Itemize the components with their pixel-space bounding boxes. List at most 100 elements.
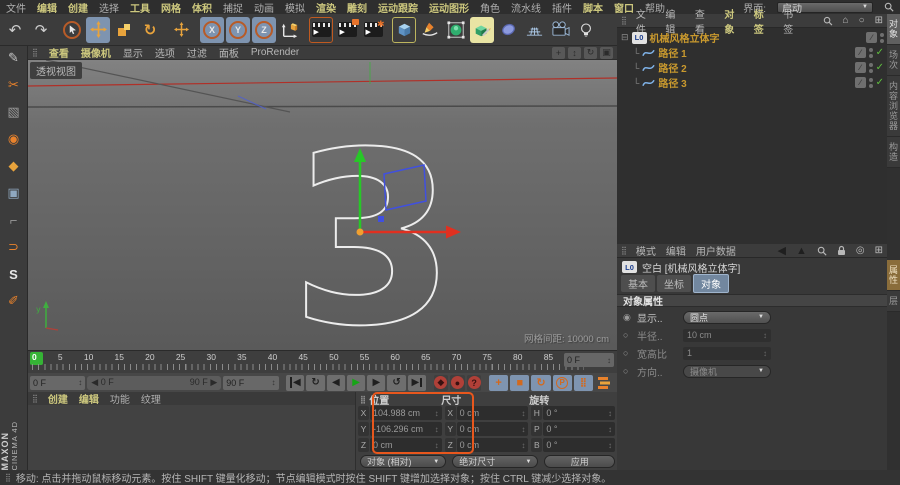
layer-manager-button[interactable] [595, 375, 615, 391]
radio-icon[interactable]: ○ [623, 366, 633, 376]
cube-stack-icon[interactable]: ▣ [3, 183, 25, 203]
size-z-field[interactable]: 0 cm ↕ [456, 438, 529, 452]
history-up-icon[interactable]: ▲ [796, 245, 807, 257]
search-icon[interactable] [884, 2, 894, 12]
om-menu-objects[interactable]: 对象 [724, 6, 743, 36]
rotation-h-field[interactable]: 0 ° ↕ [543, 406, 616, 420]
mat-menu-edit[interactable]: 编辑 [79, 391, 99, 406]
play-mode-button[interactable]: ↺ [387, 374, 406, 391]
floor-button[interactable] [522, 17, 546, 43]
object-name[interactable]: 路径 2 [658, 60, 686, 75]
display-dropdown[interactable]: 圆点 ▼ [683, 310, 771, 324]
history-back-icon[interactable]: ◀ [778, 244, 786, 257]
lock-icon[interactable] [837, 245, 846, 256]
deformer-button[interactable] [496, 17, 520, 43]
search-icon[interactable] [817, 246, 827, 256]
vp-menu-cameras[interactable]: 摄像机 [81, 45, 111, 60]
stepper-icon[interactable]: ↕ [272, 378, 276, 387]
autokeying-button[interactable]: ● [450, 374, 465, 391]
stepper-icon[interactable]: ↕ [78, 378, 82, 387]
menu-sculpt[interactable]: 雕刻 [347, 0, 367, 15]
record-keyframe-button[interactable]: ◆ [433, 374, 449, 391]
new-panel-icon[interactable]: ⊞ [875, 245, 883, 256]
orientation-dropdown[interactable]: 摄像机 ▼ [683, 364, 771, 378]
tab-content-browser[interactable]: 内容浏览器 [887, 76, 900, 137]
panel-handle-icon[interactable]: ⣿ [360, 395, 366, 404]
menu-plugins[interactable]: 插件 [552, 0, 572, 15]
stepper-icon[interactable]: ↕ [608, 441, 612, 450]
stepper-icon[interactable]: ↕ [607, 356, 611, 365]
menu-motion-tracker[interactable]: 运动跟踪 [378, 0, 418, 15]
key-scale-toggle[interactable]: ■ [510, 374, 530, 391]
move-axis-button[interactable] [169, 17, 193, 43]
menu-mograph[interactable]: 运动图形 [429, 0, 469, 15]
vp-menu-options[interactable]: 选项 [155, 45, 175, 60]
panel-handle-icon[interactable]: ⣿ [32, 48, 38, 57]
tab-coord[interactable]: 坐标 [657, 275, 691, 292]
knife-tool-icon[interactable]: ✂ [3, 75, 25, 95]
material-diamond-icon[interactable]: ◆ [3, 156, 25, 176]
enabled-check-icon[interactable]: ✓ [876, 77, 884, 88]
radius-field[interactable]: 10 cm ↕ [683, 328, 771, 342]
object-row-path3[interactable]: └ 路径 3 ∕ ✓ [617, 75, 887, 90]
menu-snap[interactable]: 捕捉 [223, 0, 243, 15]
aspect-field[interactable]: 1 ↕ [683, 346, 771, 360]
object-properties-section[interactable]: 对象属性 [617, 294, 887, 308]
key-pla-toggle[interactable]: ⣿ [573, 374, 593, 391]
tab-attributes[interactable]: 属性 [887, 260, 900, 291]
coordinate-system-button[interactable] [278, 17, 302, 43]
new-panel-icon[interactable]: ⊞ [875, 15, 883, 26]
live-selection-button[interactable] [60, 17, 84, 43]
cube-tool-icon[interactable]: ▧ [3, 102, 25, 122]
panel-handle-icon[interactable]: ⣿ [621, 16, 627, 25]
menu-tools[interactable]: 工具 [130, 0, 150, 15]
mat-menu-function[interactable]: 功能 [110, 391, 130, 406]
stepper-icon[interactable]: ↕ [521, 441, 525, 450]
mat-menu-texture[interactable]: 纹理 [141, 391, 161, 406]
am-menu-edit[interactable]: 编辑 [666, 243, 686, 258]
stepper-icon[interactable]: ↕ [608, 425, 612, 434]
position-x-field[interactable]: 104.988 cm ↕ [370, 406, 442, 420]
menu-render[interactable]: 渲染 [316, 0, 336, 15]
redo-button[interactable]: ↷ [29, 17, 53, 43]
stepper-icon[interactable]: ↕ [521, 425, 525, 434]
x-axis-lock-button[interactable]: X [200, 16, 224, 43]
home-icon[interactable]: ⌂ [843, 15, 849, 26]
pen-tool-icon[interactable]: ✎ [3, 48, 25, 68]
view-label[interactable]: 透视视图 [30, 62, 82, 79]
enabled-check-icon[interactable]: ✓ [876, 47, 884, 58]
snap-tool-icon[interactable]: S [3, 264, 25, 284]
enabled-check-icon[interactable]: ✓ [876, 62, 884, 73]
y-axis-lock-button[interactable]: Y [226, 16, 250, 43]
path-bar-icon[interactable]: ○ [859, 15, 865, 26]
menu-window[interactable]: 窗口 [614, 0, 634, 15]
corner-tool-icon[interactable]: ⌐ [3, 210, 25, 230]
render-picture-viewer-button[interactable]: ▶ [335, 17, 359, 43]
scale-button[interactable] [112, 17, 136, 43]
tab-layers[interactable]: 层 [887, 291, 900, 312]
vp-menu-prorender[interactable]: ProRender [251, 47, 299, 58]
coord-mode-dropdown[interactable]: 对象 (相对) ▼ [360, 455, 447, 468]
stepper-icon[interactable]: ↕ [521, 409, 525, 418]
mat-menu-create[interactable]: 创建 [48, 391, 68, 406]
current-frame-field[interactable]: 0 F ↕ [30, 375, 86, 390]
object-row-root[interactable]: ⊟ L0 机械风格立体字 ∕ [617, 30, 887, 45]
visibility-dots[interactable] [868, 77, 873, 88]
next-frame-button[interactable]: ▶ [367, 374, 386, 391]
visibility-dots[interactable] [880, 32, 884, 43]
object-row-path2[interactable]: └ 路径 2 ∕ ✓ [617, 60, 887, 75]
tab-takes[interactable]: 场次 [887, 45, 900, 76]
stepper-icon[interactable]: ↕ [435, 409, 439, 418]
coord-size-dropdown[interactable]: 绝对尺寸 ▼ [452, 455, 539, 468]
radio-icon[interactable]: ◉ [623, 312, 633, 323]
make-editable-button[interactable] [444, 17, 468, 43]
menu-volume[interactable]: 体积 [192, 0, 212, 15]
radio-icon[interactable]: ○ [623, 348, 633, 358]
edit-toggle-icon[interactable]: ∕ [854, 47, 866, 58]
visibility-dots[interactable] [868, 47, 873, 58]
zoom-view-icon[interactable]: ↕ [568, 46, 581, 59]
perspective-viewport[interactable]: 透视视图 3 y 网格间距: 10000 cm [28, 60, 617, 350]
am-menu-mode[interactable]: 模式 [636, 243, 656, 258]
menu-edit[interactable]: 编辑 [37, 0, 57, 15]
texture-ball-icon[interactable]: ◉ [3, 129, 25, 149]
